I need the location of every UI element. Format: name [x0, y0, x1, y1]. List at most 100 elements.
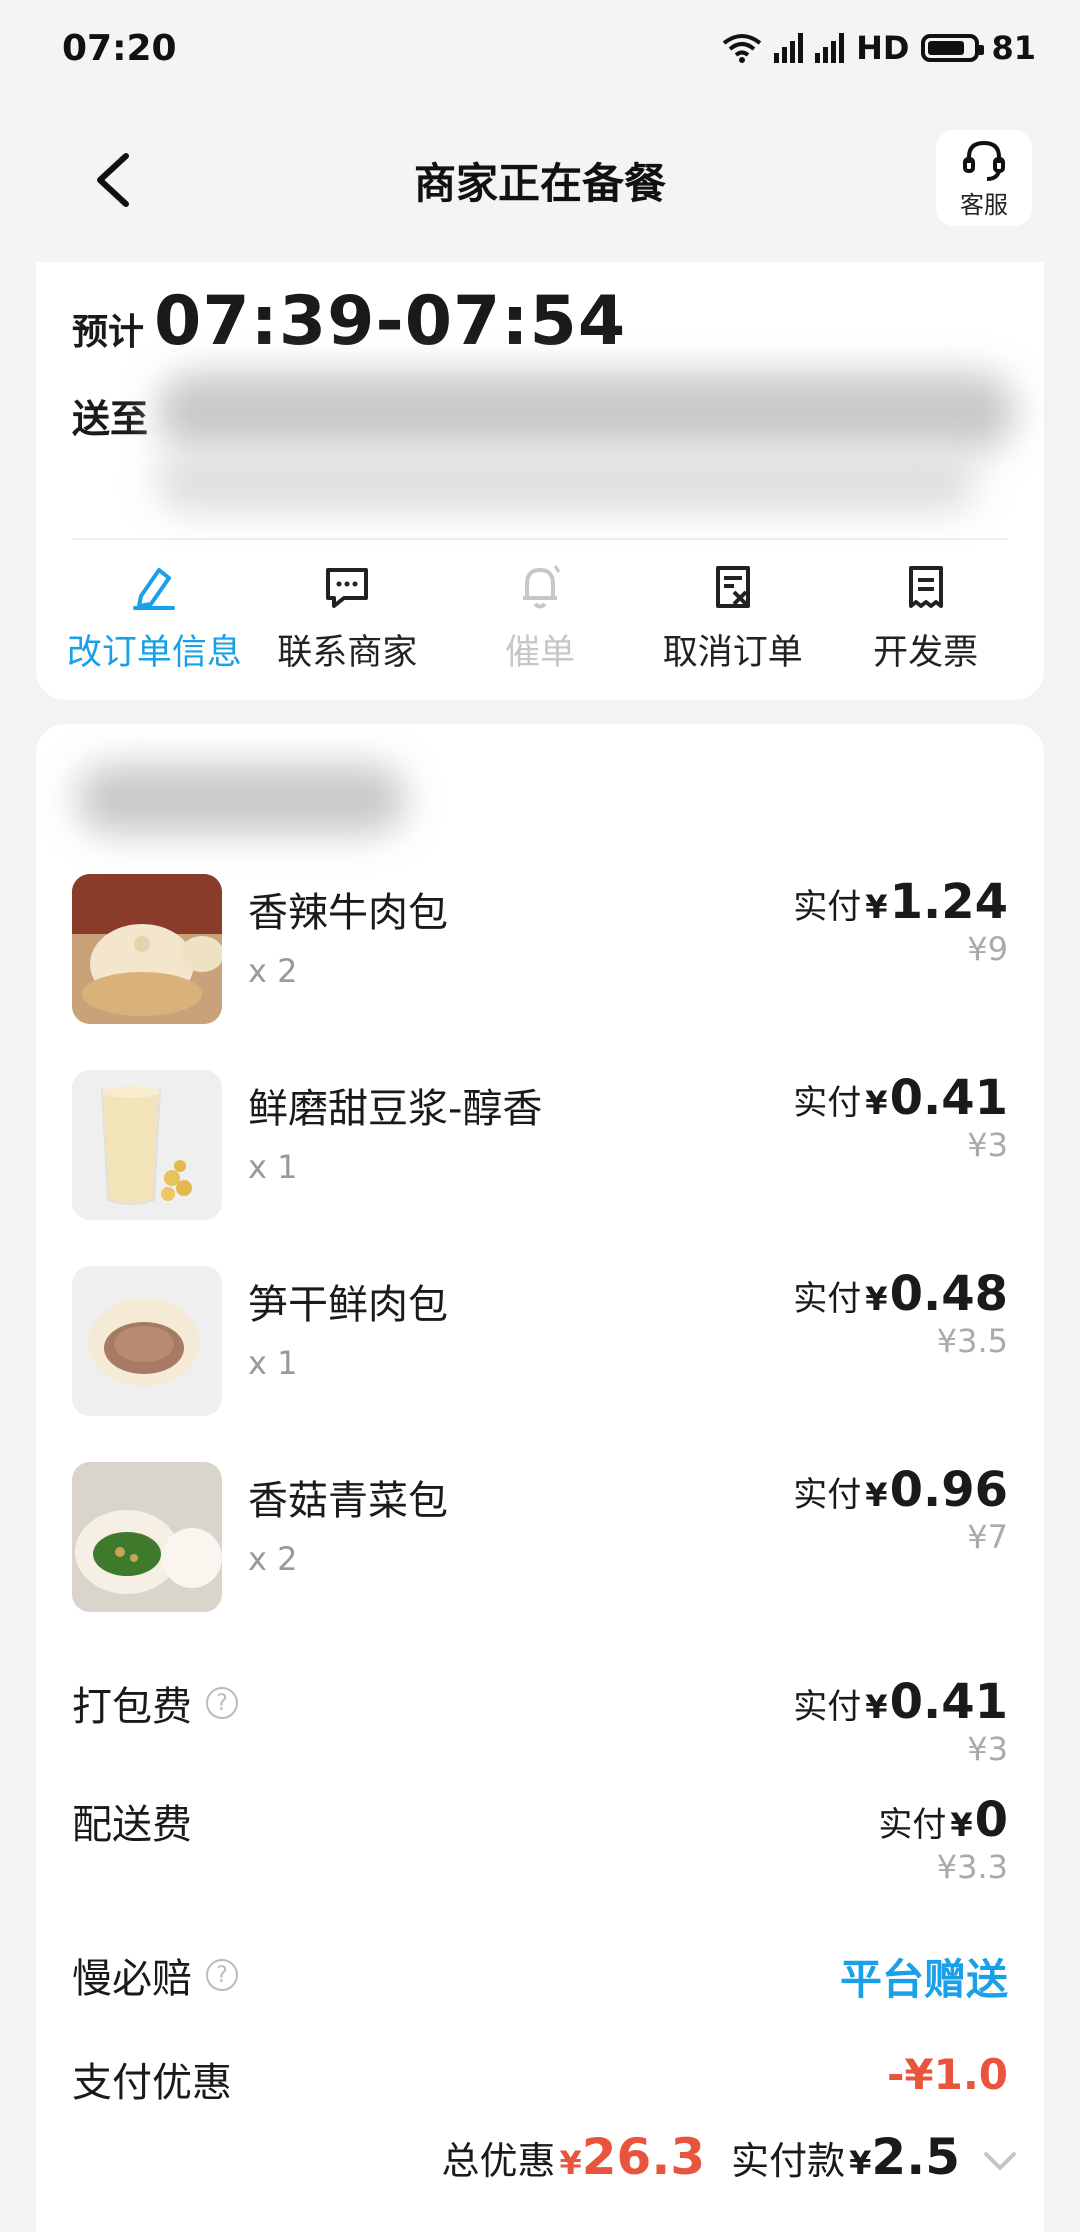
item-image [72, 1462, 222, 1612]
nav-bar: 商家正在备餐 客服 [0, 120, 1080, 240]
battery-icon [921, 34, 985, 62]
paid-label: 实付 [793, 1083, 862, 1123]
currency-symbol: ¥ [865, 1280, 888, 1318]
help-icon[interactable]: ? [206, 1687, 238, 1719]
original-price: ¥3 [967, 1730, 1008, 1768]
action-urge-order[interactable]: 催单 [444, 562, 637, 675]
status-icons: HD 81 [722, 29, 1036, 67]
order-item[interactable]: 香菇青菜包 x 2 实付 ¥ 0.96 ¥7 [72, 1462, 1008, 1612]
address-redacted-2 [156, 452, 976, 512]
order-item[interactable]: 香辣牛肉包 x 2 实付 ¥ 1.24 ¥9 [72, 874, 1008, 1024]
total-paid-value: 2.5 [871, 2128, 960, 2186]
item-image [72, 874, 222, 1024]
original-price: ¥3.5 [936, 1322, 1008, 1360]
action-contact-merchant[interactable]: 联系商家 [251, 562, 444, 675]
item-qty: x 1 [248, 1344, 298, 1382]
cancel-order-icon [715, 566, 750, 608]
action-invoice[interactable]: 开发票 [829, 562, 1022, 675]
divider [72, 538, 1008, 540]
currency-symbol: ¥ [559, 2144, 582, 2182]
order-totals[interactable]: 总优惠 ¥ 26.3 实付款 ¥ 2.5 [441, 2128, 1020, 2186]
platform-gift-text: 平台赠送 [839, 1955, 1008, 2004]
total-paid-label: 实付款 [731, 2139, 846, 2183]
back-button[interactable] [86, 148, 146, 212]
chevron-down-icon[interactable] [980, 2148, 1020, 2174]
item-qty: x 2 [248, 1540, 298, 1578]
payment-discount-label: 支付优惠 [72, 2060, 232, 2106]
paid-label: 实付 [793, 1475, 862, 1515]
total-discount-value: 26.3 [581, 2128, 706, 2186]
action-edit-order[interactable]: 改订单信息 [58, 562, 251, 675]
original-price: ¥3.3 [936, 1848, 1008, 1886]
eta: 预计 07:39-07:54 [72, 282, 626, 361]
battery-level: 81 [991, 29, 1036, 67]
item-name: 香辣牛肉包 [248, 890, 448, 936]
paid-value: 1.24 [889, 874, 1008, 930]
signal-icon [774, 33, 804, 63]
paid-label: 实付 [793, 1279, 862, 1319]
currency-symbol: ¥ [865, 1688, 888, 1726]
paid-label: 实付 [878, 1805, 947, 1845]
original-price: ¥9 [967, 930, 1008, 968]
item-price: 实付 ¥ 1.24 ¥9 [793, 874, 1008, 968]
paid-value: 0.48 [889, 1266, 1008, 1322]
status-time: 07:20 [62, 27, 177, 69]
order-item[interactable]: 笋干鲜肉包 x 1 实付 ¥ 0.48 ¥3.5 [72, 1266, 1008, 1416]
item-price: 实付 ¥ 0.96 ¥7 [793, 1462, 1008, 1556]
currency-symbol: ¥ [865, 1476, 888, 1514]
signal-icon-2 [815, 33, 845, 63]
item-qty: x 1 [248, 1148, 298, 1186]
item-price: 实付 ¥ 0.41 ¥3 [793, 1070, 1008, 1164]
late-compensation-label: 慢必赔 [72, 1956, 192, 2002]
packing-fee-price: 实付 ¥ 0.41 ¥3 [793, 1674, 1008, 1768]
customer-service-button[interactable]: 客服 [936, 130, 1032, 226]
total-discount-label: 总优惠 [441, 2139, 556, 2183]
currency-symbol: ¥ [865, 888, 888, 926]
item-name: 香菇青菜包 [248, 1478, 448, 1524]
item-name: 鲜磨甜豆浆-醇香 [248, 1086, 543, 1132]
item-qty: x 2 [248, 952, 298, 990]
address-redacted [156, 372, 1016, 452]
item-name: 笋干鲜肉包 [248, 1282, 448, 1328]
eta-time: 07:39-07:54 [154, 282, 627, 361]
help-icon[interactable]: ? [206, 1959, 238, 1991]
store-name-redacted [76, 764, 406, 834]
action-cancel-order[interactable]: 取消订单 [636, 562, 829, 675]
action-label: 催单 [504, 633, 575, 673]
paid-value: 0.41 [889, 1070, 1008, 1126]
customer-service-label: 客服 [960, 190, 1008, 219]
delivery-fee-price: 实付 ¥ 0 ¥3.3 [878, 1792, 1008, 1886]
eta-prefix: 预计 [72, 312, 145, 353]
order-item[interactable]: 鲜磨甜豆浆-醇香 x 1 实付 ¥ 0.41 ¥3 [72, 1070, 1008, 1220]
delivery-card: 预计 07:39-07:54 送至 改订单信息 联系商家 催单 取消订单 开发票 [36, 262, 1044, 700]
order-items-card: 香辣牛肉包 x 2 实付 ¥ 1.24 ¥9 鲜磨甜豆浆-醇香 x 1 实付 ¥… [36, 724, 1044, 2232]
item-price: 实付 ¥ 0.48 ¥3.5 [793, 1266, 1008, 1360]
address-label: 送至 [72, 397, 149, 441]
paid-value: 0.41 [889, 1674, 1008, 1730]
action-label: 改订单信息 [66, 633, 242, 673]
currency-symbol: ¥ [865, 1084, 888, 1122]
invoice-icon [908, 566, 943, 608]
wifi-icon [722, 34, 762, 63]
page-title: 商家正在备餐 [413, 158, 666, 208]
item-image [72, 1266, 222, 1416]
delivery-fee-label: 配送费 [72, 1802, 192, 1848]
original-price: ¥3 [967, 1126, 1008, 1164]
order-actions: 改订单信息 联系商家 催单 取消订单 开发票 [36, 562, 1044, 675]
bell-icon [522, 565, 561, 609]
item-image [72, 1070, 222, 1220]
paid-value: 0.96 [889, 1462, 1008, 1518]
chat-icon [326, 568, 369, 608]
currency-symbol: ¥ [849, 2144, 872, 2182]
paid-value: 0 [974, 1792, 1008, 1848]
hd-label: HD [856, 29, 910, 67]
action-label: 开发票 [873, 633, 979, 673]
action-label: 取消订单 [662, 633, 803, 673]
paid-label: 实付 [793, 1687, 862, 1727]
edit-icon [133, 568, 176, 610]
headset-icon [963, 140, 1005, 181]
packing-fee-label: 打包费 [72, 1684, 192, 1730]
payment-discount-value: -¥1.0 [886, 2050, 1008, 2099]
original-price: ¥7 [967, 1518, 1008, 1556]
currency-symbol: ¥ [950, 1806, 973, 1844]
